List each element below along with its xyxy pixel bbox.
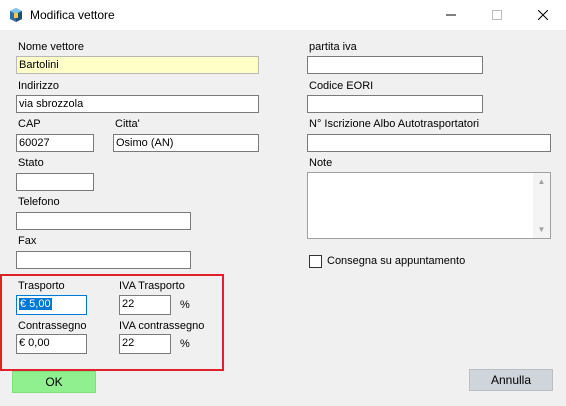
consegna-label: Consegna su appuntamento (327, 255, 466, 267)
iva-trasporto-input[interactable]: 22 (119, 295, 171, 315)
app-cube-icon (10, 8, 22, 22)
consegna-checkbox[interactable] (309, 255, 322, 268)
cancel-button[interactable]: Annulla (469, 369, 553, 391)
codice-eori-label: Codice EORI (309, 80, 374, 92)
minimize-button[interactable] (428, 0, 474, 30)
cap-input[interactable]: 60027 (16, 134, 94, 152)
partita-iva-input[interactable] (307, 56, 483, 74)
partita-iva-label: partita iva (309, 41, 357, 53)
note-textarea[interactable]: ▲ ▼ (307, 172, 551, 239)
title-bar: Modifica vettore (0, 0, 566, 30)
minimize-icon (446, 14, 456, 16)
close-button[interactable] (520, 0, 566, 30)
albo-input[interactable] (307, 134, 551, 152)
scroll-down-icon[interactable]: ▼ (533, 221, 550, 238)
trasporto-value: € 5,00 (19, 298, 52, 310)
maximize-icon (492, 10, 502, 20)
note-scrollbar[interactable]: ▲ ▼ (533, 173, 550, 238)
fax-label: Fax (18, 235, 37, 247)
stato-label: Stato (18, 157, 44, 169)
iva-contrassegno-input[interactable]: 22 (119, 334, 171, 354)
nome-vettore-input[interactable]: Bartolini (16, 56, 259, 74)
codice-eori-input[interactable] (307, 95, 483, 113)
indirizzo-label: Indirizzo (18, 80, 59, 92)
trasporto-input[interactable]: € 5,00 (16, 295, 87, 315)
contrassegno-input[interactable]: € 0,00 (16, 334, 87, 354)
iva-contrassegno-label: IVA contrassegno (119, 320, 205, 332)
indirizzo-input[interactable]: via sbrozzola (16, 95, 259, 113)
stato-input[interactable] (16, 173, 94, 191)
cap-label: CAP (18, 118, 41, 130)
iva-trasporto-percent: % (180, 299, 190, 311)
fax-input[interactable] (16, 251, 191, 269)
citta-input[interactable]: Osimo (AN) (113, 134, 259, 152)
contrassegno-label: Contrassegno (18, 320, 87, 332)
citta-label: Citta' (115, 118, 140, 130)
trasporto-label: Trasporto (18, 280, 65, 292)
telefono-label: Telefono (18, 196, 60, 208)
scroll-up-icon[interactable]: ▲ (533, 173, 550, 190)
note-label: Note (309, 157, 333, 169)
maximize-button[interactable] (474, 0, 520, 30)
iva-trasporto-label: IVA Trasporto (119, 280, 185, 292)
ok-button[interactable]: OK (12, 371, 96, 393)
close-icon (538, 10, 548, 20)
nome-vettore-label: Nome vettore (18, 41, 85, 53)
albo-label: N° Iscrizione Albo Autotrasportatori (309, 118, 480, 130)
telefono-input[interactable] (16, 212, 191, 230)
window-title: Modifica vettore (30, 8, 115, 22)
iva-contrassegno-percent: % (180, 338, 190, 350)
